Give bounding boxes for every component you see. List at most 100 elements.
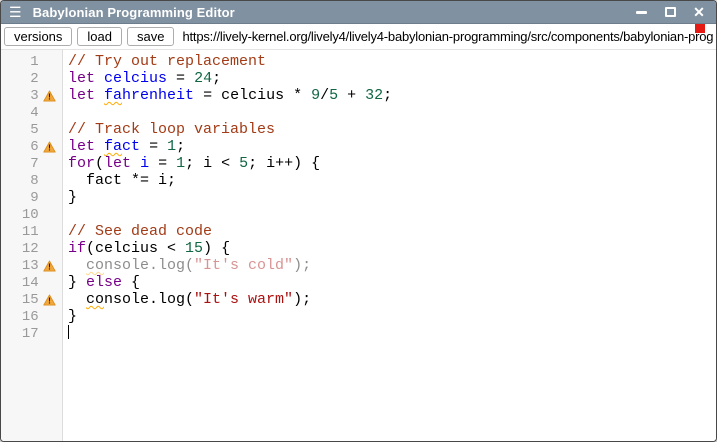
gutter-row: 12	[1, 240, 62, 257]
url-input[interactable]: https://lively-kernel.org/lively4/lively…	[182, 29, 716, 44]
maximize-icon[interactable]	[663, 5, 677, 19]
svg-text:!: !	[48, 142, 51, 152]
toolbar: versions load save https://lively-kernel…	[1, 24, 716, 50]
unsaved-indicator	[695, 24, 705, 33]
gutter-row: 1	[1, 53, 62, 70]
warning-icon-slot: !	[39, 90, 62, 102]
code-token: co	[86, 291, 104, 308]
code-line[interactable]: let fahrenheit = celcius * 9/5 + 32;	[68, 87, 716, 104]
line-number: 17	[1, 326, 39, 342]
app-window: ☰ Babylonian Programming Editor ✕ versio…	[0, 0, 717, 442]
line-number: 11	[1, 224, 39, 240]
code-line[interactable]: console.log("It's warm");	[68, 291, 716, 308]
code-line[interactable]: }	[68, 308, 716, 325]
gutter-row: 6!	[1, 138, 62, 155]
code-line[interactable]: }	[68, 189, 716, 206]
code-token: );	[293, 291, 311, 308]
code-token	[95, 70, 104, 87]
line-number: 2	[1, 71, 39, 87]
code-token: 1	[167, 138, 176, 155]
line-number: 5	[1, 122, 39, 138]
code-line[interactable]	[68, 325, 716, 342]
warning-icon[interactable]: !	[43, 90, 56, 102]
warning-icon[interactable]: !	[43, 260, 56, 272]
code-token: (	[95, 155, 104, 172]
code-token: ct	[122, 138, 140, 155]
code-token: celcius	[104, 70, 167, 87]
code-line[interactable]	[68, 104, 716, 121]
line-number: 7	[1, 156, 39, 172]
close-icon[interactable]: ✕	[692, 5, 706, 19]
code-token: ;	[383, 87, 392, 104]
code-token: 1	[176, 155, 185, 172]
code-line[interactable]: if(celcius < 15) {	[68, 240, 716, 257]
code-line[interactable]: console.log("It's cold");	[68, 257, 716, 274]
code-token: ;	[212, 70, 221, 87]
line-number: 1	[1, 54, 39, 70]
code-token: "It's cold"	[194, 257, 293, 274]
code-editor[interactable]: 123!456!78910111213!1415!1617 // Try out…	[1, 50, 716, 442]
versions-button[interactable]: versions	[4, 27, 72, 46]
svg-text:!: !	[48, 295, 51, 305]
code-line[interactable]: // Try out replacement	[68, 53, 716, 70]
save-button[interactable]: save	[127, 27, 174, 46]
code-token: =	[167, 70, 194, 87]
code-token: co	[86, 257, 104, 274]
title-bar: ☰ Babylonian Programming Editor ✕	[1, 1, 716, 24]
warning-icon-slot: !	[39, 294, 62, 306]
gutter-row: 9	[1, 189, 62, 206]
line-number: 12	[1, 241, 39, 257]
code-token: fa	[104, 87, 122, 104]
gutter-row: 11	[1, 223, 62, 240]
code-token: =	[149, 155, 176, 172]
warning-icon[interactable]: !	[43, 141, 56, 153]
code-token: ; i++) {	[248, 155, 320, 172]
code-token: hrenheit	[122, 87, 194, 104]
code-line[interactable]: for(let i = 1; i < 5; i++) {	[68, 155, 716, 172]
line-number: 13	[1, 258, 39, 274]
code-token: 5	[329, 87, 338, 104]
line-number: 16	[1, 309, 39, 325]
code-token: let	[104, 155, 131, 172]
gutter-row: 14	[1, 274, 62, 291]
code-token: =	[140, 138, 167, 155]
text-cursor	[68, 325, 69, 339]
code-line[interactable]: } else {	[68, 274, 716, 291]
code-line[interactable]: // Track loop variables	[68, 121, 716, 138]
code-token: 15	[185, 240, 203, 257]
code-token: );	[293, 257, 311, 274]
hamburger-menu-icon[interactable]: ☰	[9, 5, 22, 19]
code-line[interactable]: let celcius = 24;	[68, 70, 716, 87]
gutter-row: 13!	[1, 257, 62, 274]
code-token: ;	[176, 138, 185, 155]
gutter-row: 5	[1, 121, 62, 138]
gutter-row: 2	[1, 70, 62, 87]
code-token: nsole.log(	[104, 291, 194, 308]
code-line[interactable]: fact *= i;	[68, 172, 716, 189]
warning-icon[interactable]: !	[43, 294, 56, 306]
code-token: if	[68, 240, 86, 257]
code-token: let	[68, 138, 95, 155]
gutter-row: 16	[1, 308, 62, 325]
warning-icon-slot: !	[39, 260, 62, 272]
code-token: 32	[365, 87, 383, 104]
code-token: /	[320, 87, 329, 104]
code-token	[131, 155, 140, 172]
gutter-row: 10	[1, 206, 62, 223]
gutter: 123!456!78910111213!1415!1617	[1, 50, 63, 442]
window-title: Babylonian Programming Editor	[33, 5, 235, 20]
code-token: }	[68, 189, 77, 206]
line-number: 6	[1, 139, 39, 155]
code-line[interactable]	[68, 206, 716, 223]
minimize-icon[interactable]	[634, 5, 648, 19]
code-line[interactable]: // See dead code	[68, 223, 716, 240]
code-token	[95, 138, 104, 155]
code-token: fact *= i;	[68, 172, 176, 189]
code-token: // Track loop variables	[68, 121, 275, 138]
code-line[interactable]: let fact = 1;	[68, 138, 716, 155]
gutter-row: 4	[1, 104, 62, 121]
code-area[interactable]: // Try out replacementlet celcius = 24;l…	[63, 50, 716, 442]
load-button[interactable]: load	[77, 27, 122, 46]
code-token: nsole.log(	[104, 257, 194, 274]
code-token: ; i <	[185, 155, 239, 172]
